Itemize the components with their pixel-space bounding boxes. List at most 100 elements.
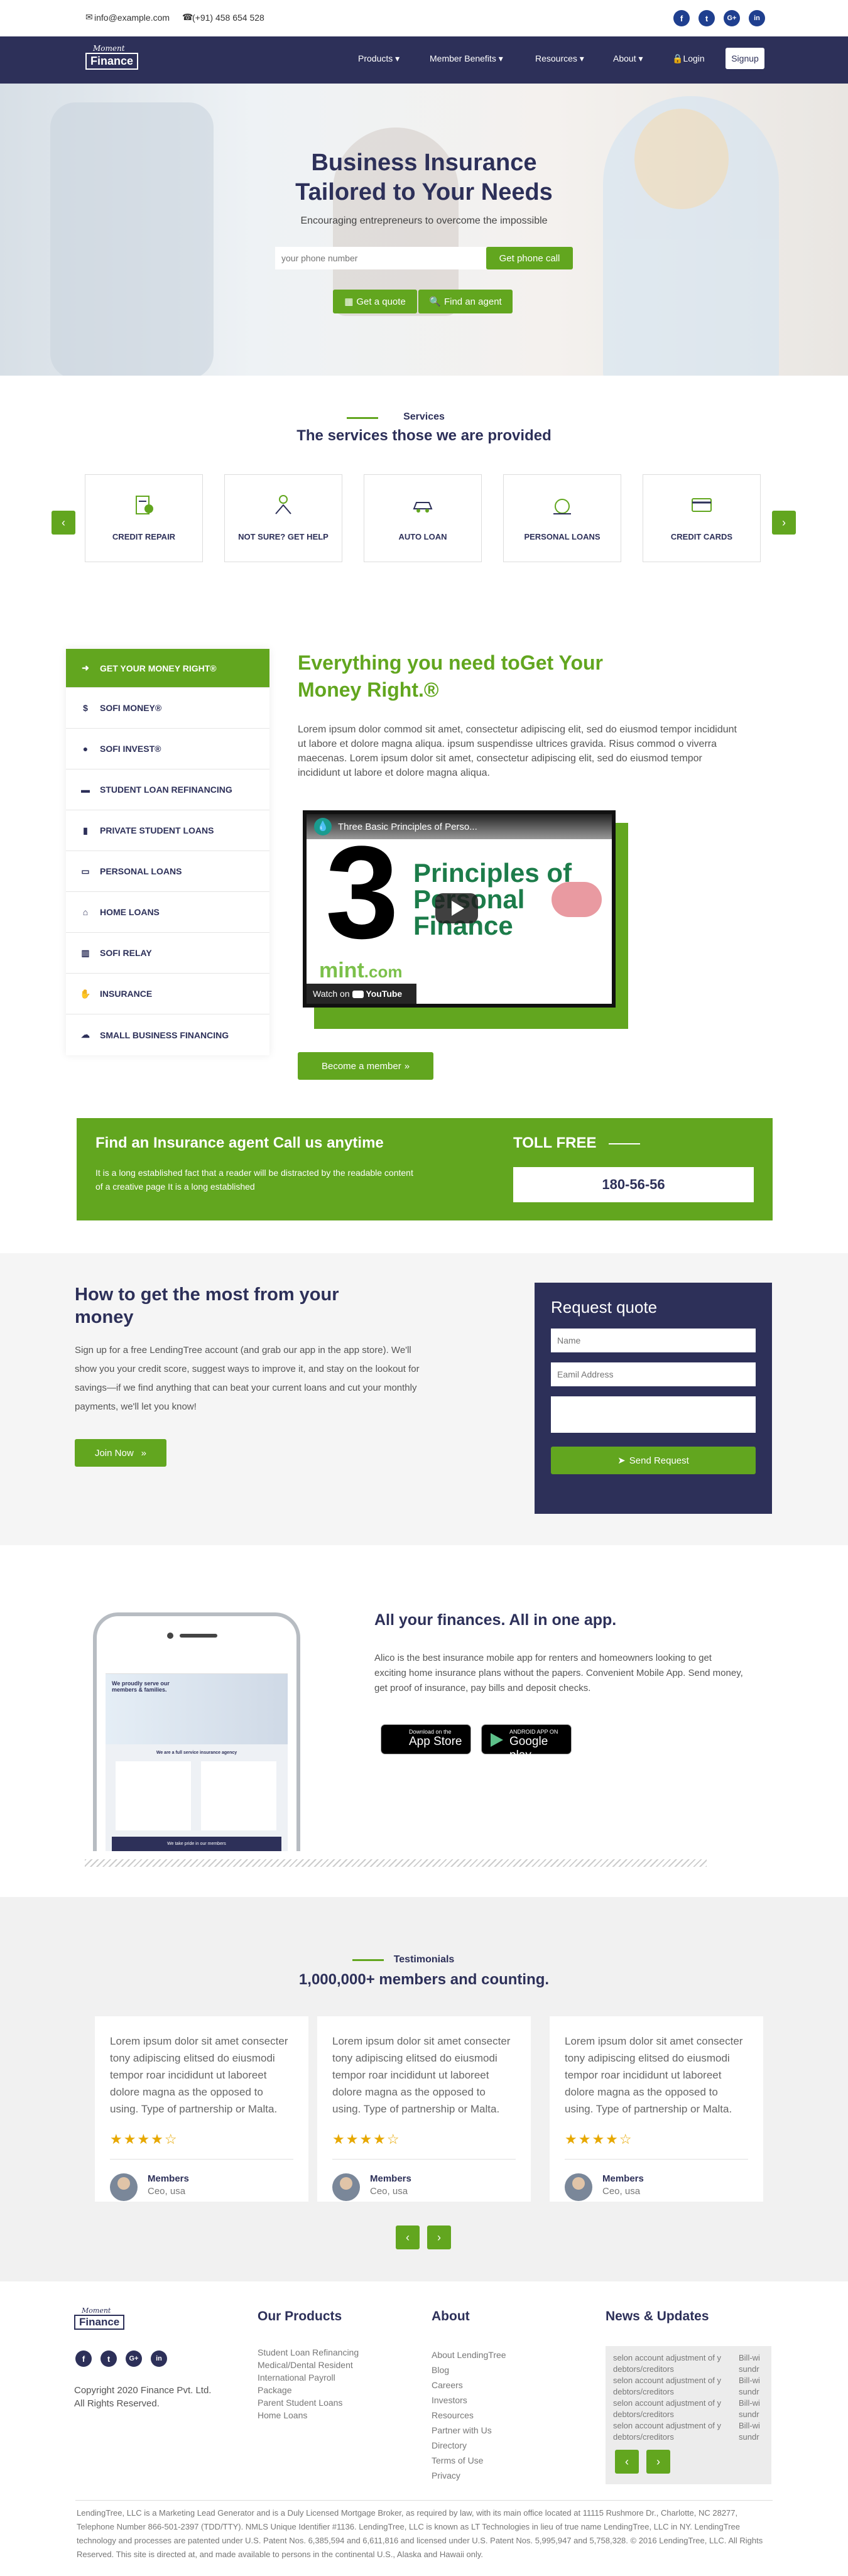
- toll-line: [609, 1143, 640, 1144]
- google-play-icon: [491, 1733, 503, 1747]
- get-phone-call-button[interactable]: Get phone call: [486, 247, 573, 269]
- rating-stars: ★★★★☆: [332, 2131, 401, 2147]
- feature-body: Lorem ipsum dolor commod sit amet, conse…: [298, 724, 737, 778]
- hero-photo: [0, 84, 848, 376]
- double-chevron-icon: »: [141, 1447, 147, 1459]
- google-plus-icon[interactable]: G+: [126, 2350, 142, 2367]
- chat-icon: ●: [82, 744, 89, 754]
- avatar: [332, 2173, 360, 2201]
- hero-title-line2: Tailored to Your Needs: [295, 179, 553, 205]
- footer-divider: [75, 2500, 773, 2501]
- facebook-icon[interactable]: f: [75, 2350, 92, 2367]
- news-ticker: selon account adjustment of y debtors/cr…: [606, 2346, 771, 2484]
- facebook-icon[interactable]: f: [673, 10, 690, 26]
- join-now-button[interactable]: Join Now»: [75, 1439, 166, 1467]
- become-member-button[interactable]: Become a member»: [298, 1052, 433, 1080]
- nav-item-resources[interactable]: Resources ▾: [535, 53, 584, 64]
- zigzag-divider: [85, 1859, 707, 1867]
- name-field[interactable]: [551, 1329, 756, 1352]
- services-title: The services those we are provided: [296, 427, 552, 444]
- play-button[interactable]: [435, 893, 478, 923]
- card-icon: ▬: [81, 785, 90, 795]
- search-icon: 🔍: [429, 296, 441, 307]
- message-field[interactable]: [551, 1396, 756, 1433]
- top-phone[interactable]: (+91) 458 654 528: [192, 13, 264, 23]
- news-next-button[interactable]: ›: [646, 2450, 670, 2474]
- sidebar-item-sofi-relay[interactable]: ▥ SOFI RELAY: [66, 933, 269, 974]
- testimonials-prev-button[interactable]: ‹: [396, 2225, 420, 2249]
- linkedin-icon[interactable]: in: [151, 2350, 167, 2367]
- sidebar-item-private-student-loans[interactable]: ▮ PRIVATE STUDENT LOANS: [66, 810, 269, 851]
- services-eyebrow: Services: [403, 411, 445, 422]
- rating-stars: ★★★★☆: [565, 2131, 633, 2147]
- send-request-button[interactable]: ➤ Send Request: [551, 1447, 756, 1474]
- get-quote-button[interactable]: ▦ Get a quote: [333, 290, 417, 313]
- sidebar-item-sofi-invest[interactable]: ● SOFI INVEST®: [66, 729, 269, 769]
- hand-icon: ✋: [80, 988, 91, 999]
- legal-text: LendingTree, LLC is a Marketing Lead Gen…: [77, 2508, 763, 2559]
- find-agent-button[interactable]: 🔍 Find an agent: [418, 290, 513, 313]
- signup-button[interactable]: Signup: [726, 48, 764, 69]
- sidebar-item-insurance[interactable]: ✋ INSURANCE: [66, 974, 269, 1014]
- testimonials-next-button[interactable]: ›: [427, 2225, 451, 2249]
- google-play-button[interactable]: ANDROID APP ON Google play: [481, 1724, 572, 1762]
- rating-stars: ★★★★☆: [110, 2131, 178, 2147]
- app-body: Alico is the best insurance mobile app f…: [374, 1653, 743, 1693]
- services-next-button[interactable]: ›: [772, 511, 796, 535]
- credit-repair-icon: [136, 496, 153, 514]
- service-card-credit-cards[interactable]: CREDIT CARDS: [643, 474, 761, 562]
- nav-item-member-benefits[interactable]: Member Benefits ▾: [430, 53, 503, 64]
- video-embed[interactable]: 💧 Three Basic Principles of Perso... 3 P…: [303, 810, 616, 1008]
- document-icon: ▮: [83, 825, 88, 835]
- google-plus-icon[interactable]: G+: [724, 10, 740, 26]
- barcode-icon: ▥: [81, 947, 90, 958]
- feature-title-line2: Money Right.®: [298, 678, 439, 701]
- service-card-help[interactable]: NOT SURE? GET HELP: [224, 474, 342, 562]
- sidebar-item-small-business-financing[interactable]: ☁ SMALL BUSINESS FINANCING: [66, 1014, 269, 1055]
- avatar: [565, 2173, 592, 2201]
- top-bar: ✉ info@example.com ☎ (+91) 458 654 528 f…: [0, 0, 848, 36]
- nav-item-about[interactable]: About ▾: [613, 53, 643, 64]
- email-field[interactable]: [551, 1362, 756, 1386]
- arrow-icon: ➜: [82, 663, 89, 673]
- app-screen-hero: We proudly serve our members & families.: [106, 1674, 288, 1744]
- toll-free-number[interactable]: 180-56-56: [513, 1167, 754, 1202]
- mail-icon: ✉: [85, 12, 93, 22]
- youtube-icon: [352, 991, 364, 999]
- avatar: [110, 2173, 138, 2201]
- youtube-bar[interactable]: Watch on YouTube: [307, 984, 416, 1004]
- calculator-icon: ▦: [344, 296, 354, 307]
- sidebar-item-sofi-money[interactable]: $ SOFI MONEY®: [66, 688, 269, 729]
- service-card-credit-repair[interactable]: CREDIT REPAIR: [85, 474, 203, 562]
- top-email[interactable]: info@example.com: [94, 13, 170, 23]
- sidebar-item-money-right[interactable]: ➜ GET YOUR MONEY RIGHT®: [66, 649, 269, 688]
- service-card-auto-loan[interactable]: AUTO LOAN: [364, 474, 482, 562]
- phone-input[interactable]: [275, 247, 486, 269]
- double-chevron-icon: »: [404, 1060, 410, 1072]
- sidebar-item-home-loans[interactable]: ⌂ HOME LOANS: [66, 892, 269, 933]
- logo[interactable]: Moment Finance: [85, 44, 139, 75]
- wallet-icon: ▭: [81, 866, 90, 876]
- app-store-button[interactable]: Download on the App Store: [381, 1724, 471, 1754]
- send-icon: ➤: [617, 1455, 626, 1466]
- sidebar-item-student-loan-refinancing[interactable]: ▬ STUDENT LOAN REFINANCING: [66, 769, 269, 810]
- linkedin-icon[interactable]: in: [749, 10, 765, 26]
- twitter-icon[interactable]: t: [101, 2350, 117, 2367]
- footer-logo[interactable]: Moment Finance: [74, 2307, 128, 2335]
- credit-card-icon: [692, 498, 712, 512]
- phone-icon: ☎: [182, 12, 193, 22]
- lock-icon: 🔒: [672, 53, 683, 63]
- sidebar-item-personal-loans[interactable]: ▭ PERSONAL LOANS: [66, 851, 269, 892]
- request-quote-form: Request quote ➤Send Request: [535, 1283, 772, 1514]
- cta-banner: Find an Insurance agent Call us anytime …: [77, 1118, 773, 1220]
- news-prev-button[interactable]: ‹: [615, 2450, 639, 2474]
- login-link[interactable]: 🔒Login: [672, 53, 705, 64]
- testimonial-card: Lorem ipsum dolor sit amet consecter ton…: [317, 2016, 531, 2202]
- footer-products-list: Student Loan Refinancing Medical/Dental R…: [258, 2347, 359, 2420]
- footer-about-list: About LendingTree Blog Careers Investors Res…: [432, 2350, 506, 2481]
- twitter-icon[interactable]: t: [699, 10, 715, 26]
- nav-item-products[interactable]: Products ▾: [358, 53, 400, 64]
- howto-section: How to get the most from your money Sign…: [0, 1253, 848, 1545]
- services-prev-button[interactable]: ‹: [52, 511, 75, 535]
- service-card-personal-loans[interactable]: PERSONAL LOANS: [503, 474, 621, 562]
